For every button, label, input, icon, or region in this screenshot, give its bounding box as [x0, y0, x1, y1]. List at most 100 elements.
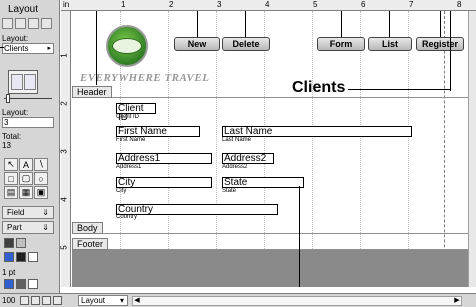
layout-popup[interactable]: Clients ▸	[2, 43, 54, 54]
last-name-field[interactable]: Last Name	[222, 126, 412, 137]
layout-canvas[interactable]: EVERYWHERE TRAVEL New Delete Form List R…	[72, 11, 476, 287]
ruler-mark: 3	[59, 149, 69, 154]
country-field[interactable]: Country	[116, 204, 278, 215]
line-style-icon[interactable]	[28, 279, 38, 289]
popup-arrow-icon: ▸	[47, 45, 51, 52]
line-width-label[interactable]: 1 pt	[2, 268, 15, 277]
vertical-scrollbar[interactable]	[468, 11, 476, 287]
title-callout-horizontal	[348, 89, 450, 90]
title-callout-vertical	[450, 11, 451, 91]
oval-tool-icon[interactable]: ○	[34, 172, 48, 185]
ruler-mark: 7	[409, 0, 414, 9]
horizontal-scrollbar[interactable]: ◀ ▶	[132, 296, 462, 306]
total-value: 13	[2, 141, 11, 150]
grid-line	[216, 11, 217, 287]
ruler-mark: 4	[59, 197, 69, 202]
bottom-bar: 100 Layout ▾ ◀ ▶	[0, 293, 476, 307]
fill-pattern-swatch[interactable]	[16, 238, 26, 248]
color-swatches	[4, 252, 38, 262]
text-tool-icon[interactable]: A	[19, 158, 33, 171]
mode-popup[interactable]: Layout ▾	[78, 295, 128, 306]
fill-swatches	[4, 238, 26, 248]
footer-part-tab[interactable]: Footer	[72, 238, 109, 250]
address1-label: Address1	[116, 164, 142, 170]
layout-slider-handle[interactable]	[6, 94, 10, 103]
client-id-field[interactable]: Client ID	[116, 103, 156, 123]
total-label: Total:	[2, 132, 22, 141]
brand-text: EVERYWHERE TRAVEL	[80, 72, 210, 84]
pointer-tool-icon[interactable]: ↖	[4, 158, 18, 171]
last-name-label: Last Name	[222, 137, 252, 143]
preview-mode-icon[interactable]	[41, 18, 52, 29]
grid-line	[408, 11, 409, 287]
zoom-in-icon[interactable]	[31, 296, 40, 305]
book-page-right	[24, 74, 36, 90]
color-swatch-icon[interactable]	[4, 252, 14, 262]
ruler-mark: 5	[313, 0, 318, 9]
address1-field[interactable]: Address1	[116, 153, 212, 164]
grid-line	[264, 11, 265, 287]
scroll-left-icon[interactable]: ◀	[133, 297, 141, 305]
layout-book-icon[interactable]	[8, 70, 38, 94]
horizontal-ruler: in 1 2 3 4 5 6 7 8	[61, 0, 476, 11]
state-label: State	[222, 188, 237, 194]
field-button-label: Field	[7, 208, 25, 217]
field-button[interactable]: Field ⇓	[2, 206, 54, 219]
city-label: City	[116, 188, 127, 194]
page-margin-line	[444, 11, 445, 287]
status-toggle-icon[interactable]	[42, 296, 51, 305]
new-button[interactable]: New	[174, 37, 220, 51]
ruler-mark: 3	[217, 0, 222, 9]
part-arrow-icon: ⇓	[42, 223, 49, 232]
pen-swatch-icon[interactable]	[28, 252, 38, 262]
delete-button[interactable]: Delete	[222, 37, 270, 51]
delete-callout-line	[245, 11, 246, 37]
button-tool-icon[interactable]: ▤	[4, 186, 18, 199]
country-label: Country	[116, 214, 138, 220]
zoom-out-icon[interactable]	[20, 296, 29, 305]
list-button[interactable]: List	[368, 37, 412, 51]
portal-tool-icon[interactable]: ▦	[19, 186, 33, 199]
rectangle-tool-icon[interactable]: □	[4, 172, 18, 185]
body-part-tab[interactable]: Body	[72, 222, 103, 234]
chevron-down-icon: ▾	[119, 296, 124, 305]
zoom-level[interactable]: 100	[2, 296, 15, 305]
tool-palette: ↖ A ∖ □ ▢ ○ ▤ ▦ ▣	[4, 158, 48, 199]
header-part-boundary	[72, 97, 476, 98]
new-callout-line	[197, 11, 198, 37]
find-mode-icon[interactable]	[15, 18, 26, 29]
form-button[interactable]: Form	[317, 37, 365, 51]
rounded-rectangle-tool-icon[interactable]: ▢	[19, 172, 33, 185]
grid-line	[312, 11, 313, 287]
address2-field[interactable]: Address2	[222, 153, 274, 164]
ruler-mark: 6	[361, 0, 366, 9]
fill-bucket-icon[interactable]	[4, 238, 14, 248]
book-page-left	[11, 74, 23, 90]
ruler-mark: 2	[59, 101, 69, 106]
line-color-icon[interactable]	[4, 279, 14, 289]
ruler-mark: 4	[265, 0, 270, 9]
line-pattern-icon[interactable]	[16, 279, 26, 289]
register-button[interactable]: Register	[416, 37, 464, 51]
browse-mode-icon[interactable]	[2, 18, 13, 29]
register-callout-line	[440, 11, 441, 37]
header-callout-line	[96, 11, 97, 85]
layout-number-field[interactable]: 3	[2, 117, 54, 128]
scroll-right-icon[interactable]: ▶	[453, 297, 461, 305]
layout-view-icon[interactable]	[53, 296, 62, 305]
mode-title: Layout	[8, 4, 39, 15]
pattern-swatch-icon[interactable]	[16, 252, 26, 262]
layout-mode-icon[interactable]	[28, 18, 39, 29]
layout-label: Layout:	[2, 34, 29, 43]
header-part-tab[interactable]: Header	[72, 86, 112, 98]
first-name-field[interactable]: First Name	[116, 126, 200, 137]
globe-logo-icon[interactable]	[106, 25, 148, 67]
form-callout-line	[341, 11, 342, 37]
state-field[interactable]: State	[222, 177, 304, 188]
mode-popup-value: Layout	[81, 296, 106, 305]
field-tool-icon[interactable]: ▣	[34, 186, 48, 199]
ruler-mark: 5	[59, 245, 69, 250]
city-field[interactable]: City	[116, 177, 212, 188]
part-button[interactable]: Part ⇓	[2, 221, 54, 234]
line-tool-icon[interactable]: ∖	[34, 158, 48, 171]
